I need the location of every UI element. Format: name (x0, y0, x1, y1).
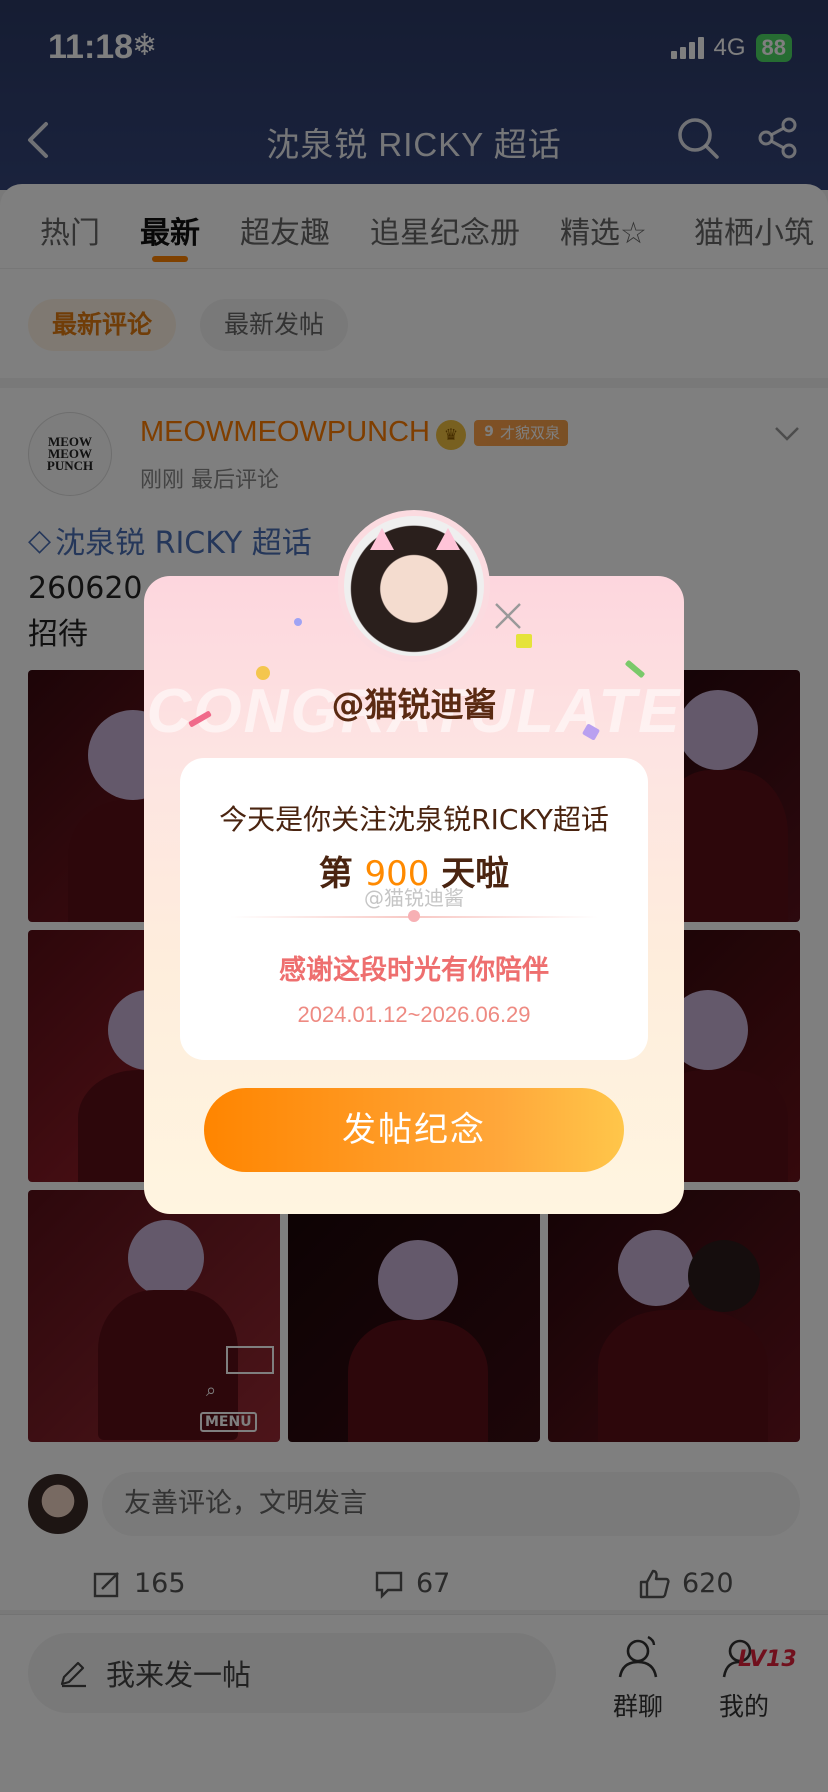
modal-username: @猫锐迪酱 (331, 685, 497, 724)
close-icon[interactable] (490, 598, 526, 634)
anniversary-card: 今天是你关注沈泉锐RICKY超话 第 900 天啦 @猫锐迪酱 感谢这段时光有你… (180, 758, 648, 1060)
thanks-message: 感谢这段时光有你陪伴 (279, 955, 549, 986)
weibo-watermark: @猫锐迪酱 (364, 886, 464, 910)
cat-ear-icon (436, 528, 460, 550)
cat-ear-icon (370, 528, 394, 550)
follow-message: 今天是你关注沈泉锐RICKY超话 (219, 803, 609, 836)
modal-avatar (338, 510, 490, 662)
confetti (516, 634, 532, 648)
date-range: 2024.01.12~2026.06.29 (297, 1002, 531, 1027)
confetti (294, 618, 302, 626)
heart-icon (408, 910, 420, 922)
post-commemorate-button[interactable]: 发帖纪念 (204, 1088, 624, 1172)
